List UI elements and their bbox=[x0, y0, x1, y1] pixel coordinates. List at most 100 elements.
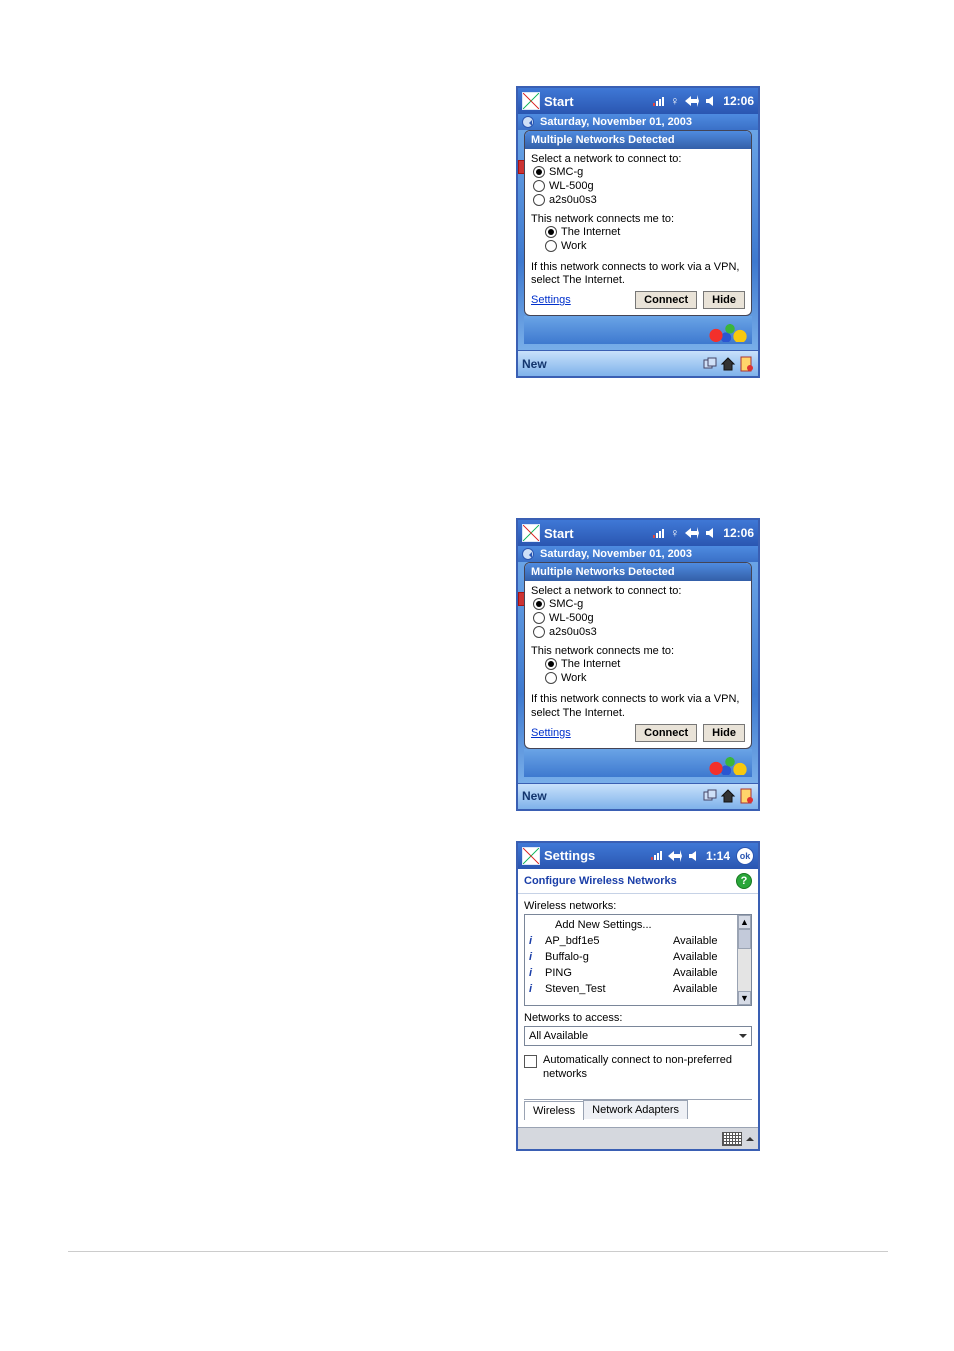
sync-icon bbox=[685, 95, 699, 107]
connects-option[interactable]: The Internet bbox=[531, 225, 745, 239]
network-name: a2s0u0s3 bbox=[549, 194, 597, 206]
auto-connect-checkbox-row[interactable]: Automatically connect to non-preferred n… bbox=[524, 1054, 752, 1082]
scroll-down-icon[interactable]: ▼ bbox=[738, 991, 751, 1005]
sip-bar bbox=[518, 1127, 758, 1149]
radio-icon bbox=[545, 672, 557, 684]
clock: 12:06 bbox=[723, 94, 754, 108]
network-name: PING bbox=[541, 965, 673, 981]
networks-to-access-dropdown[interactable]: All Available bbox=[524, 1026, 752, 1046]
connect-button[interactable]: Connect bbox=[635, 724, 697, 742]
network-status: Available bbox=[673, 981, 733, 997]
title-bar[interactable]: Start ♀ 12:06 bbox=[518, 520, 758, 546]
network-row[interactable]: i PING Available bbox=[529, 965, 733, 981]
home-icon[interactable] bbox=[720, 356, 736, 372]
start-flag-icon bbox=[522, 524, 540, 542]
signal-icon bbox=[653, 529, 664, 538]
start-flag-icon bbox=[522, 847, 540, 865]
desktop-background: Multiple Networks Detected Select a netw… bbox=[518, 562, 758, 782]
scroll-thumb[interactable] bbox=[738, 929, 751, 949]
network-option[interactable]: a2s0u0s3 bbox=[531, 625, 745, 639]
network-option[interactable]: WL-500g bbox=[531, 179, 745, 193]
hide-button[interactable]: Hide bbox=[703, 724, 745, 742]
network-name: Steven_Test bbox=[541, 981, 673, 997]
add-new-label: Add New Settings... bbox=[541, 917, 673, 933]
title-bar[interactable]: Start ♀ 12:06 bbox=[518, 88, 758, 114]
network-name: AP_bdf1e5 bbox=[541, 933, 673, 949]
start-label: Start bbox=[544, 94, 574, 109]
network-option[interactable]: WL-500g bbox=[531, 611, 745, 625]
select-network-label: Select a network to connect to: bbox=[531, 153, 745, 165]
network-row[interactable]: i Buffalo-g Available bbox=[529, 949, 733, 965]
connects-option[interactable]: The Internet bbox=[531, 657, 745, 671]
network-row[interactable]: i AP_bdf1e5 Available bbox=[529, 933, 733, 949]
alert-icon[interactable] bbox=[738, 788, 754, 804]
hide-button[interactable]: Hide bbox=[703, 291, 745, 309]
ok-button[interactable]: ok bbox=[736, 847, 754, 865]
bubble-title: Multiple Networks Detected bbox=[525, 563, 751, 581]
vpn-hint: If this network connects to work via a V… bbox=[531, 693, 745, 719]
connects-option[interactable]: Work bbox=[531, 239, 745, 253]
wireless-networks-label: Wireless networks: bbox=[524, 900, 752, 912]
radio-icon bbox=[545, 240, 557, 252]
select-network-label: Select a network to connect to: bbox=[531, 585, 745, 597]
title-bar[interactable]: Settings 1:14 ok bbox=[518, 843, 758, 869]
auto-connect-label: Automatically connect to non-preferred n… bbox=[543, 1054, 752, 1082]
bluetooth-icon: ♀ bbox=[670, 94, 679, 108]
connect-button[interactable]: Connect bbox=[635, 291, 697, 309]
add-new-item[interactable]: Add New Settings... bbox=[529, 917, 733, 933]
info-icon: i bbox=[529, 949, 541, 965]
new-menu[interactable]: New bbox=[522, 789, 547, 803]
settings-link[interactable]: Settings bbox=[531, 294, 571, 306]
new-menu[interactable]: New bbox=[522, 357, 547, 371]
back-icon[interactable] bbox=[522, 116, 534, 128]
back-icon[interactable] bbox=[522, 548, 534, 560]
network-name: WL-500g bbox=[549, 180, 594, 192]
screenshot-network-detected-1: Start ♀ 12:06 Saturday, November 01, 200… bbox=[516, 86, 760, 378]
network-option[interactable]: SMC-g bbox=[531, 165, 745, 179]
alert-icon[interactable] bbox=[738, 356, 754, 372]
system-tray: ♀ 12:06 bbox=[653, 526, 754, 540]
radio-icon bbox=[545, 226, 557, 238]
network-row[interactable]: i Steven_Test Available bbox=[529, 981, 733, 997]
radio-icon bbox=[545, 658, 557, 670]
wireless-networks-list[interactable]: Add New Settings... i AP_bdf1e5 Availabl… bbox=[524, 914, 752, 1006]
network-status: Available bbox=[673, 933, 733, 949]
system-tray: ♀ 12:06 bbox=[653, 94, 754, 108]
windows-flag-icon bbox=[708, 320, 748, 342]
network-bubble: Multiple Networks Detected Select a netw… bbox=[524, 562, 752, 748]
scrollbar[interactable]: ▲ ▼ bbox=[737, 915, 751, 1005]
speaker-icon bbox=[705, 527, 717, 539]
chevron-up-icon[interactable] bbox=[746, 1133, 754, 1141]
tab-wireless[interactable]: Wireless bbox=[524, 1101, 584, 1120]
network-name: Buffalo-g bbox=[541, 949, 673, 965]
info-icon: i bbox=[529, 965, 541, 981]
system-tray: 1:14 ok bbox=[651, 847, 754, 865]
checkbox-icon[interactable] bbox=[524, 1055, 537, 1068]
connects-name: Work bbox=[561, 672, 586, 684]
today-date-bar: Saturday, November 01, 2003 bbox=[518, 114, 758, 130]
today-date: Saturday, November 01, 2003 bbox=[540, 116, 692, 128]
network-option[interactable]: a2s0u0s3 bbox=[531, 193, 745, 207]
tray-sync-icon[interactable] bbox=[702, 788, 718, 804]
connects-option[interactable]: Work bbox=[531, 671, 745, 685]
home-icon[interactable] bbox=[720, 788, 736, 804]
settings-title: Settings bbox=[544, 848, 595, 863]
sync-icon bbox=[668, 850, 682, 862]
radio-icon bbox=[533, 194, 545, 206]
tray-sync-icon[interactable] bbox=[702, 356, 718, 372]
help-icon[interactable]: ? bbox=[736, 873, 752, 889]
speaker-icon bbox=[705, 95, 717, 107]
network-option[interactable]: SMC-g bbox=[531, 597, 745, 611]
radio-icon bbox=[533, 180, 545, 192]
keyboard-icon[interactable] bbox=[722, 1132, 742, 1146]
radio-icon bbox=[533, 626, 545, 638]
tab-network-adapters[interactable]: Network Adapters bbox=[583, 1100, 688, 1119]
today-date: Saturday, November 01, 2003 bbox=[540, 548, 692, 560]
scroll-up-icon[interactable]: ▲ bbox=[738, 915, 751, 929]
connects-name: Work bbox=[561, 240, 586, 252]
settings-link[interactable]: Settings bbox=[531, 727, 571, 739]
info-icon: i bbox=[529, 933, 541, 949]
clock: 1:14 bbox=[706, 849, 730, 863]
desktop-background: Multiple Networks Detected Select a netw… bbox=[518, 130, 758, 350]
page-header-text: Configure Wireless Networks bbox=[524, 875, 677, 887]
